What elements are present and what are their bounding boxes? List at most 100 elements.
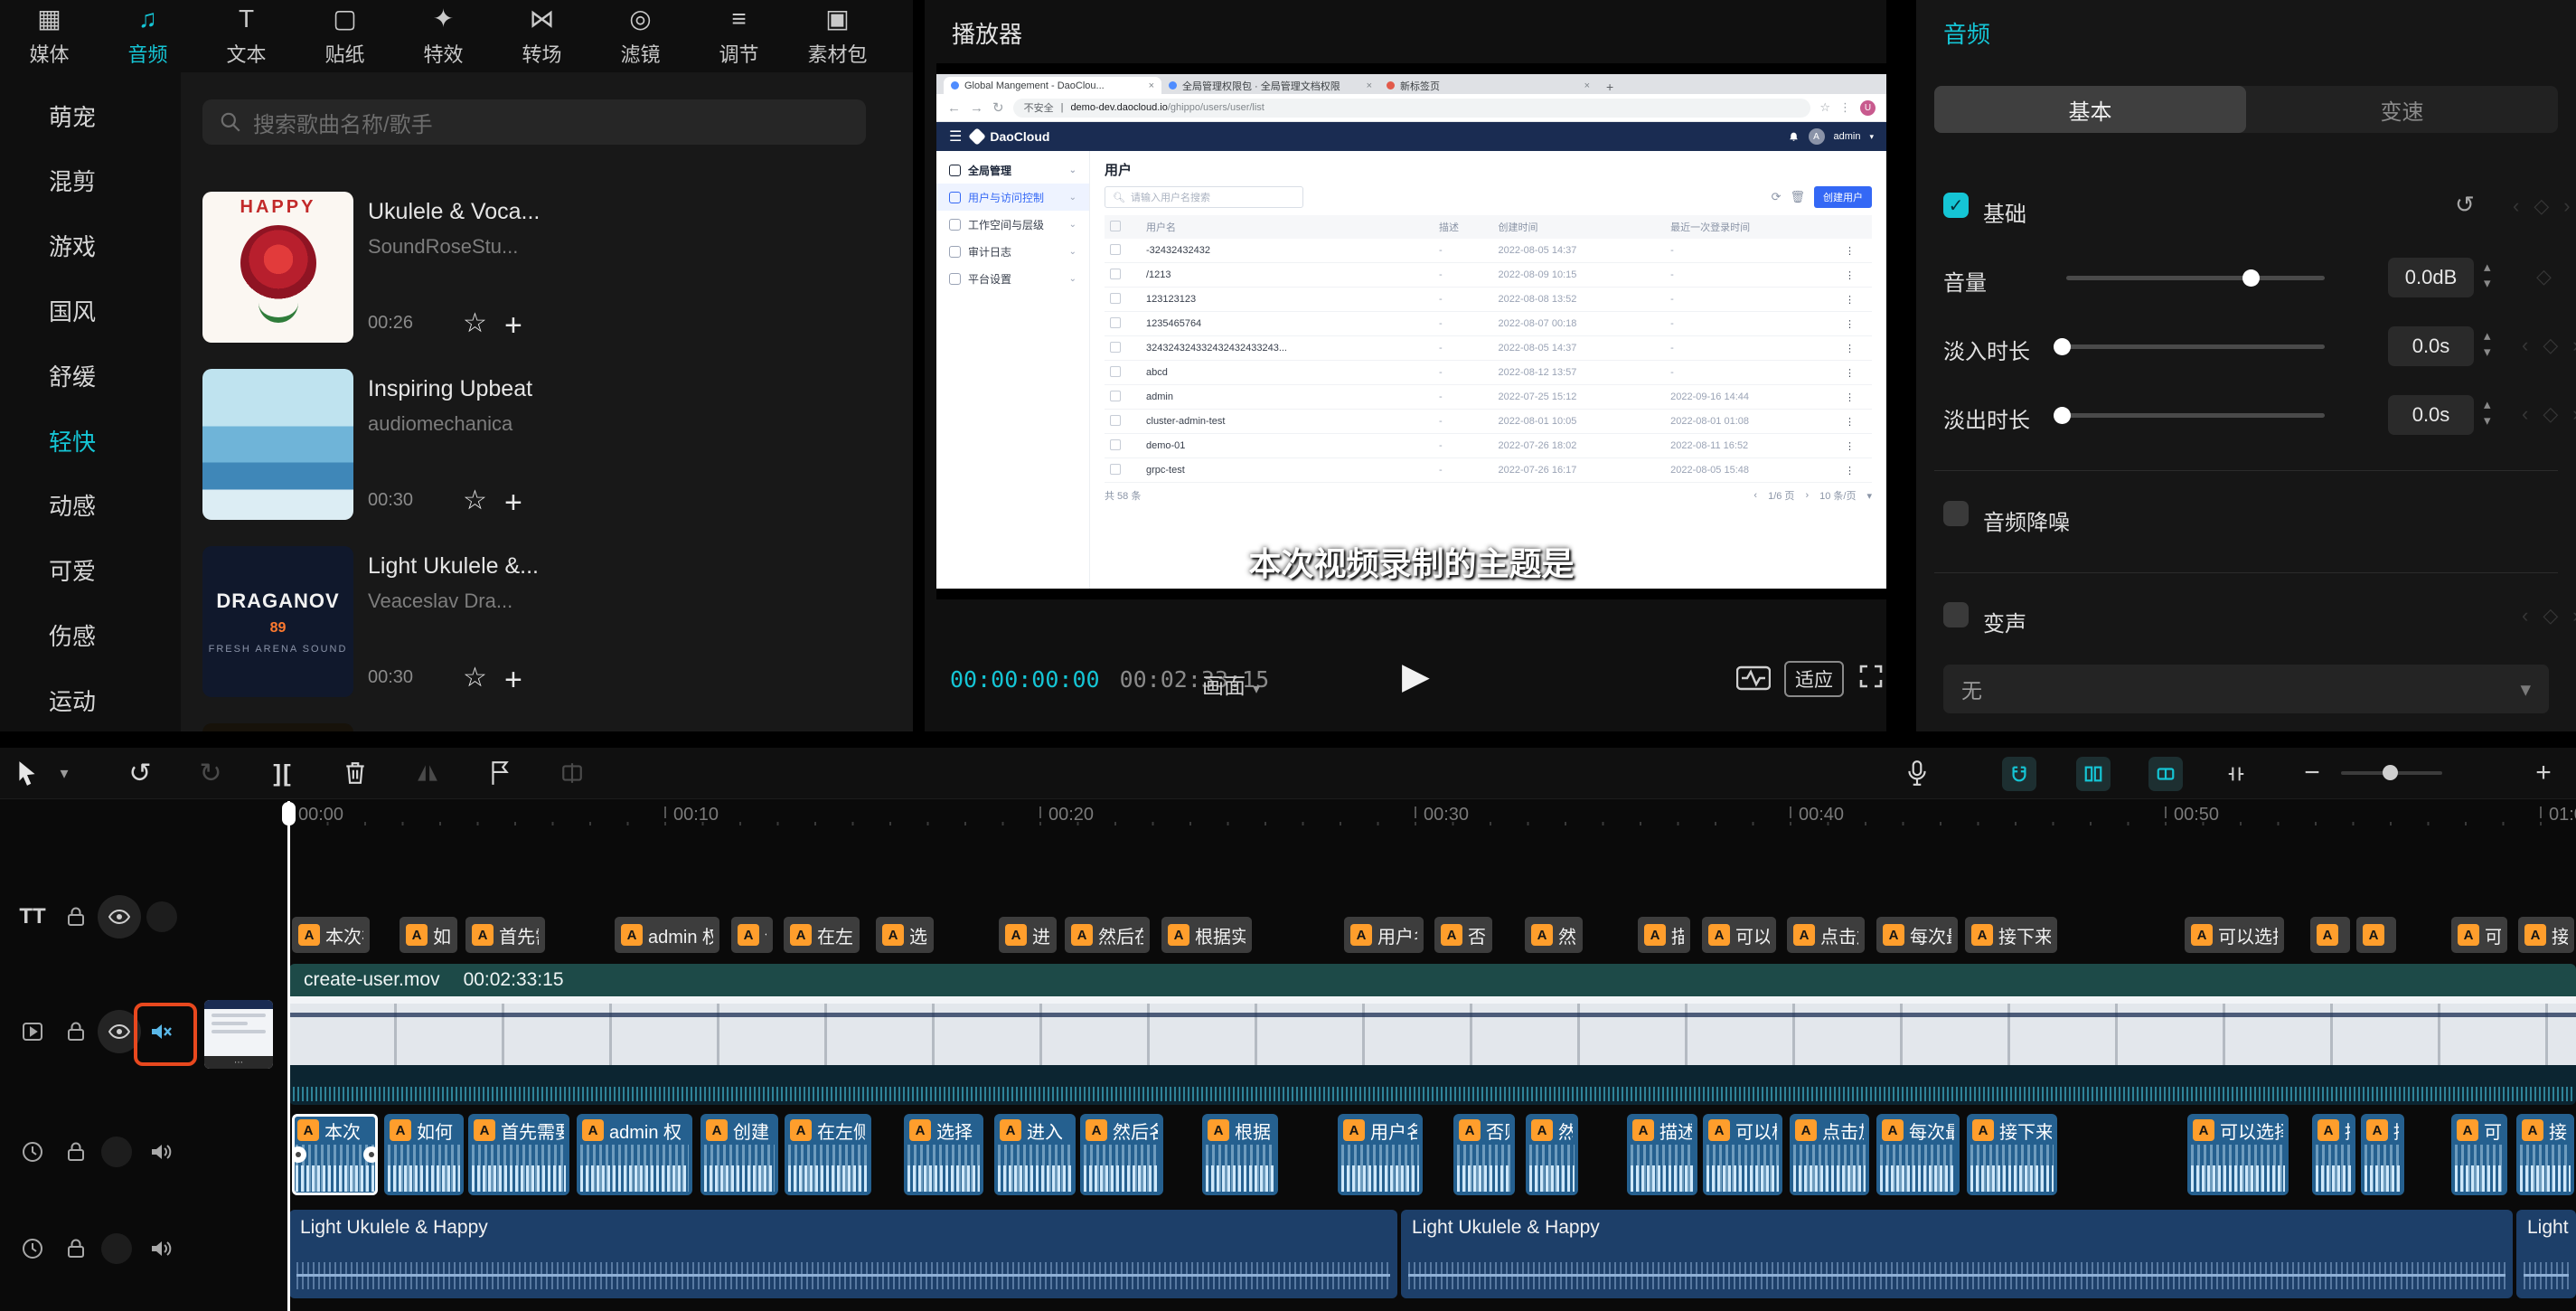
- audio-clip[interactable]: A 在左侧: [785, 1114, 871, 1195]
- mirror-tool[interactable]: [405, 748, 450, 798]
- magnet-snap-toggle[interactable]: [2002, 757, 2036, 791]
- auto-ripple-toggle[interactable]: [2076, 757, 2111, 791]
- text-clip[interactable]: A点击加: [1787, 917, 1865, 953]
- text-clip[interactable]: A 根据实际: [1161, 917, 1252, 953]
- toolbar-item-pack[interactable]: ▣ 素材包: [788, 0, 887, 72]
- tab-basic[interactable]: 基本: [1934, 86, 2246, 133]
- text-clip[interactable]: A接: [2518, 917, 2574, 953]
- audio-clip[interactable]: A 本次: [292, 1114, 378, 1195]
- text-clip[interactable]: Aadmin 权限: [615, 917, 719, 953]
- speaker-icon[interactable]: [139, 1227, 183, 1270]
- video-track-thumbnail[interactable]: ⋯: [204, 1000, 273, 1069]
- redo-button[interactable]: ↻: [190, 748, 231, 798]
- favorite-star-icon[interactable]: ☆: [463, 662, 487, 693]
- toolbar-item-transition[interactable]: ⋈ 转场: [493, 0, 591, 72]
- audio-clip[interactable]: A接: [2312, 1114, 2355, 1195]
- tab-speed[interactable]: 变速: [2246, 86, 2558, 133]
- audio-clip[interactable]: A 然后名: [1080, 1114, 1163, 1195]
- toolbar-item-filter[interactable]: ◎ 滤镜: [591, 0, 690, 72]
- audio-clip[interactable]: A接下来为: [1967, 1114, 2057, 1195]
- fit-button[interactable]: 适应: [1784, 661, 1844, 697]
- music-search-input[interactable]: 搜索歌曲名称/歌手: [202, 99, 866, 145]
- text-clip[interactable]: A然后在右: [1065, 917, 1150, 953]
- video-clip-filmstrip[interactable]: [289, 996, 2576, 1065]
- freeze-frame-tool[interactable]: [550, 748, 595, 798]
- text-clip[interactable]: A选择: [876, 917, 934, 953]
- music-list-item[interactable]: Inspiring Upbeat audiomechanica 00:30 ☆ +: [202, 369, 542, 520]
- audio-clip[interactable]: A 用户名: [1338, 1114, 1423, 1195]
- video-preview[interactable]: Global Mangement - DaoClou... × 全局管理权限包 · …: [936, 63, 1886, 599]
- music-clip[interactable]: Light Ukulele & Happy: [289, 1210, 1397, 1298]
- flag-marker-tool[interactable]: [477, 748, 522, 798]
- audio-clip[interactable]: A可以根: [1703, 1114, 1782, 1195]
- record-voiceover-button[interactable]: [1896, 748, 1938, 798]
- category-item[interactable]: 混剪: [0, 154, 145, 208]
- audio-clip[interactable]: Aadmin 权: [577, 1114, 692, 1195]
- toolbar-item-media[interactable]: ▦ 媒体: [0, 0, 99, 72]
- volume-stepper[interactable]: ▴ ▾: [2484, 259, 2491, 292]
- clip-trim-handle-right[interactable]: [363, 1146, 378, 1163]
- speaker-icon[interactable]: [139, 1130, 183, 1174]
- timeline-ruler[interactable]: 00:00 00:10 00:20 00:30 00:40 00:50 01:00: [0, 801, 2576, 830]
- basic-checkbox[interactable]: ✓: [1943, 193, 1969, 218]
- text-clip[interactable]: A描述: [1638, 917, 1690, 953]
- fullscreen-icon[interactable]: [1857, 663, 1885, 690]
- zoom-slider-thumb[interactable]: [2383, 765, 2398, 780]
- category-item[interactable]: 运动: [0, 673, 145, 727]
- preview-axis-toggle[interactable]: [2219, 757, 2253, 791]
- lock-icon[interactable]: [54, 1010, 98, 1053]
- fade-in-stepper[interactable]: ▴ ▾: [2484, 328, 2491, 361]
- lock-icon[interactable]: [54, 1130, 98, 1174]
- toolbar-item-audio[interactable]: ♫ 音频: [99, 0, 197, 72]
- fade-out-slider[interactable]: [2059, 413, 2325, 418]
- text-clip[interactable]: A接: [2356, 917, 2396, 953]
- audio-clip[interactable]: A 可以: [2451, 1114, 2507, 1195]
- text-clip[interactable]: A 否则: [1434, 917, 1492, 953]
- voice-effect-dropdown[interactable]: 无 ▾: [1943, 665, 2549, 713]
- audio-clip[interactable]: A 首先需要: [468, 1114, 569, 1195]
- audio-clip[interactable]: A接: [2516, 1114, 2574, 1195]
- music-list-item[interactable]: GoldenGolden Childho...BDKSonic: [202, 723, 542, 731]
- fade-out-stepper[interactable]: ▴ ▾: [2484, 397, 2491, 429]
- category-item[interactable]: 国风: [0, 283, 145, 337]
- volume-slider-thumb[interactable]: [2242, 269, 2260, 287]
- split-tool[interactable]: ][: [260, 748, 306, 798]
- toolbar-item-effects[interactable]: ✦ 特效: [394, 0, 493, 72]
- fade-in-slider-thumb[interactable]: [2054, 338, 2071, 355]
- text-clip[interactable]: A可以根: [1702, 917, 1776, 953]
- pointer-tool-chevron[interactable]: ▾: [51, 748, 78, 798]
- music-list-item[interactable]: HAPPY Ukulele & Voca... SoundRoseStu... 00:…: [202, 192, 542, 343]
- text-clip[interactable]: A如何: [400, 917, 457, 953]
- delete-tool[interactable]: [333, 748, 378, 798]
- audio-clip[interactable]: A 进入: [994, 1114, 1076, 1195]
- audio-clip[interactable]: A 创建: [700, 1114, 778, 1195]
- text-clip[interactable]: A用户名2: [1344, 917, 1424, 953]
- category-item[interactable]: 萌宠: [0, 89, 145, 143]
- text-clip[interactable]: A在左侧菜: [784, 917, 860, 953]
- music-clip[interactable]: Light Ukulele & Happy: [1401, 1210, 2513, 1298]
- category-item[interactable]: 伤感: [0, 608, 145, 662]
- audio-clip[interactable]: A 根据: [1202, 1114, 1278, 1195]
- category-item[interactable]: 舒缓: [0, 348, 145, 402]
- fade-in-slider[interactable]: [2059, 344, 2325, 349]
- lock-icon[interactable]: [54, 1227, 98, 1270]
- denoise-checkbox[interactable]: [1943, 501, 1969, 526]
- preview-quality-icon[interactable]: [1736, 665, 1771, 692]
- add-to-timeline-icon[interactable]: +: [504, 487, 522, 518]
- text-clip[interactable]: A首先需要确: [465, 917, 545, 953]
- audio-clip[interactable]: A接: [2361, 1114, 2404, 1195]
- text-clip[interactable]: A可以选择首: [2185, 917, 2284, 953]
- pointer-tool[interactable]: [9, 748, 45, 798]
- music-list-item[interactable]: DRAGANOV 89 FRESH ARENA SOUND Light Ukulele…: [202, 546, 542, 697]
- playhead[interactable]: [287, 801, 290, 1311]
- zoom-out-button[interactable]: −: [2296, 748, 2328, 798]
- lock-icon[interactable]: [54, 895, 98, 938]
- favorite-star-icon[interactable]: ☆: [463, 307, 487, 339]
- fade-in-value[interactable]: 0.0s: [2388, 326, 2474, 366]
- volume-value[interactable]: 0.0dB: [2388, 258, 2474, 297]
- text-clip[interactable]: A创: [731, 917, 773, 953]
- music-clip[interactable]: Light: [2516, 1210, 2576, 1298]
- text-clip[interactable]: A 可以: [2451, 917, 2507, 953]
- audio-clip[interactable]: A 可以选择: [2187, 1114, 2289, 1195]
- category-item[interactable]: 轻快: [0, 413, 145, 467]
